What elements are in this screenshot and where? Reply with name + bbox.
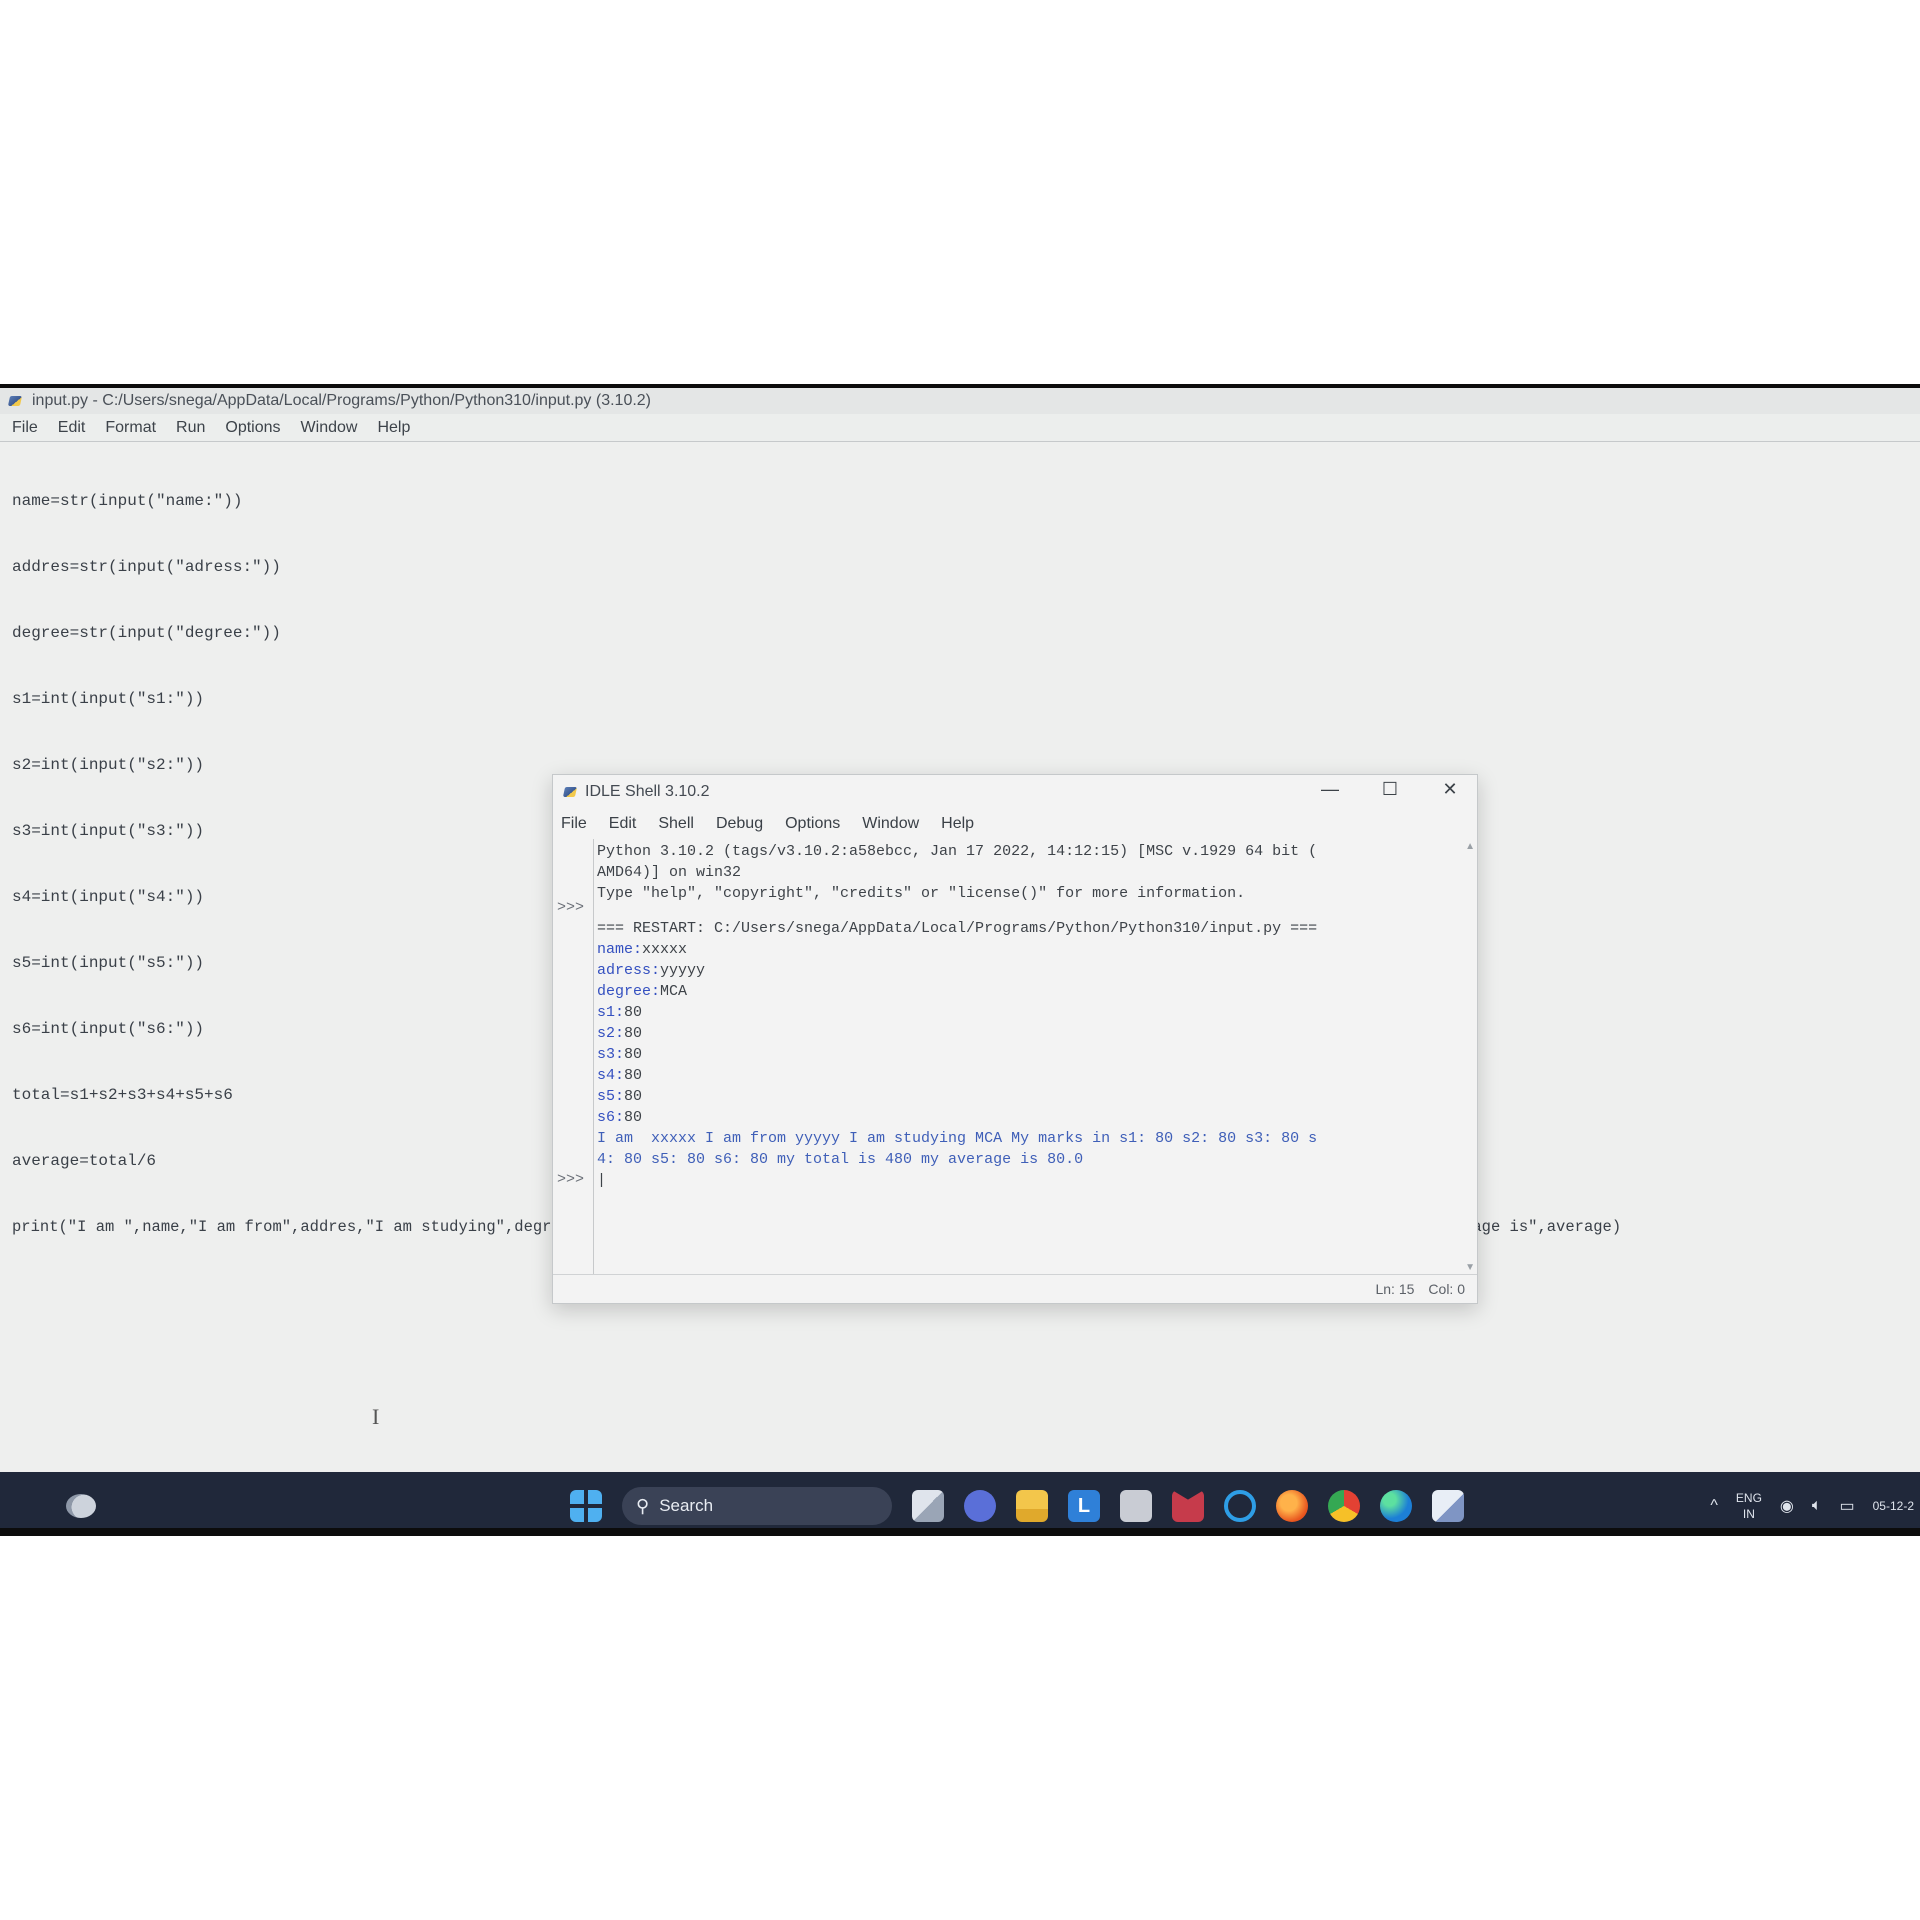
shell-menu-help[interactable]: Help — [941, 815, 974, 833]
system-tray: ^ ENG IN ◉ 🔈︎ ▭ 05-12-2 — [1710, 1472, 1920, 1528]
task-view-icon[interactable] — [912, 1490, 944, 1522]
firefox-icon[interactable] — [1276, 1490, 1308, 1522]
shell-restart-line: === RESTART: C:/Users/snega/AppData/Loca… — [597, 920, 1318, 937]
shell-output-line: 4: 80 s5: 80 s6: 80 my total is 480 my a… — [597, 1151, 1084, 1168]
shell-prompt: >>> — [557, 899, 585, 916]
network-icon[interactable]: ◉ — [1780, 1496, 1794, 1516]
taskbar: ⚲ Search L ^ ENG IN ◉ 🔈︎ ▭ 05-12-2 — [0, 1472, 1920, 1528]
shell-input-line: degree:MCA — [597, 983, 688, 1000]
weather-icon[interactable] — [66, 1494, 96, 1518]
shell-banner-line: AMD64)] on win32 — [597, 864, 742, 881]
shell-banner-line: Python 3.10.2 (tags/v3.10.2:a58ebcc, Jan… — [597, 843, 1318, 860]
idle-taskbar-icon[interactable] — [1432, 1490, 1464, 1522]
shell-menu-debug[interactable]: Debug — [716, 815, 763, 833]
shell-menu-file[interactable]: File — [561, 815, 587, 833]
shell-menu-window[interactable]: Window — [862, 815, 919, 833]
code-line: s2=int(input("s2:")) — [12, 756, 205, 774]
shell-title: IDLE Shell 3.10.2 — [585, 783, 710, 800]
minimize-button[interactable]: — — [1317, 779, 1343, 800]
chevron-up-icon[interactable]: ^ — [1710, 1497, 1718, 1515]
status-line: Ln: 15 — [1375, 1281, 1415, 1297]
python-file-icon — [8, 393, 24, 409]
volume-icon[interactable]: 🔈︎ — [1812, 1497, 1822, 1515]
shell-body: >>> >>> Python 3.10.2 (tags/v3.10.2:a58e… — [553, 839, 1477, 1275]
shell-input-line: s3:80 — [597, 1046, 643, 1063]
editor-menu-format[interactable]: Format — [105, 419, 156, 437]
code-line: s1=int(input("s1:")) — [12, 690, 205, 708]
mcafee-icon[interactable] — [1172, 1490, 1204, 1522]
shell-input-line: s1:80 — [597, 1004, 643, 1021]
editor-menu-file[interactable]: File — [12, 419, 38, 437]
language-indicator[interactable]: ENG IN — [1736, 1490, 1762, 1522]
file-explorer-icon[interactable] — [1016, 1490, 1048, 1522]
shell-input-line: s4:80 — [597, 1067, 643, 1084]
editor-menu-edit[interactable]: Edit — [58, 419, 86, 437]
shell-menu-shell[interactable]: Shell — [658, 815, 694, 833]
status-col: Col: 0 — [1428, 1281, 1465, 1297]
tray-date[interactable]: 05-12-2 — [1873, 1499, 1914, 1513]
scroll-down-icon[interactable]: ▼ — [1465, 1262, 1475, 1273]
idle-shell-window: IDLE Shell 3.10.2 — ☐ ✕ File Edit Shell … — [552, 774, 1478, 1304]
close-button[interactable]: ✕ — [1437, 779, 1463, 800]
code-line: addres=str(input("adress:")) — [12, 558, 281, 576]
start-icon[interactable] — [570, 1490, 602, 1522]
taskbar-search[interactable]: ⚲ Search — [622, 1487, 892, 1525]
shell-statusbar: Ln: 15 Col: 0 — [553, 1274, 1477, 1303]
search-icon: ⚲ — [636, 1495, 650, 1516]
editor-title: input.py - C:/Users/snega/AppData/Local/… — [32, 392, 652, 409]
idle-icon — [563, 784, 579, 800]
edge-icon[interactable] — [1380, 1490, 1412, 1522]
shell-input-line: s2:80 — [597, 1025, 643, 1042]
editor-menu-options[interactable]: Options — [225, 419, 280, 437]
shell-menu-options[interactable]: Options — [785, 815, 840, 833]
battery-icon[interactable]: ▭ — [1840, 1496, 1855, 1516]
shell-banner-line: Type "help", "copyright", "credits" or "… — [597, 885, 1246, 902]
shell-prompt-gutter: >>> >>> — [553, 839, 594, 1275]
shell-output-area[interactable]: Python 3.10.2 (tags/v3.10.2:a58ebcc, Jan… — [597, 841, 1461, 1275]
editor-menu-window[interactable]: Window — [301, 419, 358, 437]
taskbar-center: ⚲ Search L — [570, 1472, 1464, 1528]
shell-input-line: s6:80 — [597, 1109, 643, 1126]
editor-titlebar: input.py - C:/Users/snega/AppData/Local/… — [0, 388, 1920, 414]
shell-titlebar[interactable]: IDLE Shell 3.10.2 — ☐ ✕ — [553, 775, 1477, 809]
maximize-button[interactable]: ☐ — [1377, 779, 1403, 800]
search-label: Search — [659, 1496, 714, 1515]
cortana-icon[interactable] — [1224, 1490, 1256, 1522]
chrome-icon[interactable] — [1328, 1490, 1360, 1522]
chat-icon[interactable] — [964, 1490, 996, 1522]
shell-menu-edit[interactable]: Edit — [609, 815, 637, 833]
l-app-icon[interactable]: L — [1068, 1490, 1100, 1522]
editor-menu-help[interactable]: Help — [377, 419, 410, 437]
shell-cursor: | — [597, 1172, 607, 1189]
shell-output-line: I am xxxxx I am from yyyyy I am studying… — [597, 1130, 1318, 1147]
screen: input.py - C:/Users/snega/AppData/Local/… — [0, 388, 1920, 1528]
editor-menu-run[interactable]: Run — [176, 419, 205, 437]
code-line: name=str(input("name:")) — [12, 492, 243, 510]
text-cursor-icon: I — [372, 1404, 380, 1429]
shell-scrollbar[interactable]: ▲ ▼ — [1463, 839, 1477, 1275]
shell-input-line: s5:80 — [597, 1088, 643, 1105]
editor-menubar: File Edit Format Run Options Window Help — [0, 414, 1920, 442]
monitor: input.py - C:/Users/snega/AppData/Local/… — [0, 384, 1920, 1536]
shell-input-line: adress:yyyyy — [597, 962, 706, 979]
shell-menubar: File Edit Shell Debug Options Window Hel… — [553, 809, 1477, 839]
window-controls: — ☐ ✕ — [1317, 779, 1463, 800]
code-line: degree=str(input("degree:")) — [12, 624, 281, 642]
scroll-up-icon[interactable]: ▲ — [1465, 841, 1475, 852]
shell-prompt: >>> — [557, 1171, 585, 1188]
store-icon[interactable] — [1120, 1490, 1152, 1522]
shell-input-line: name:xxxxx — [597, 941, 688, 958]
